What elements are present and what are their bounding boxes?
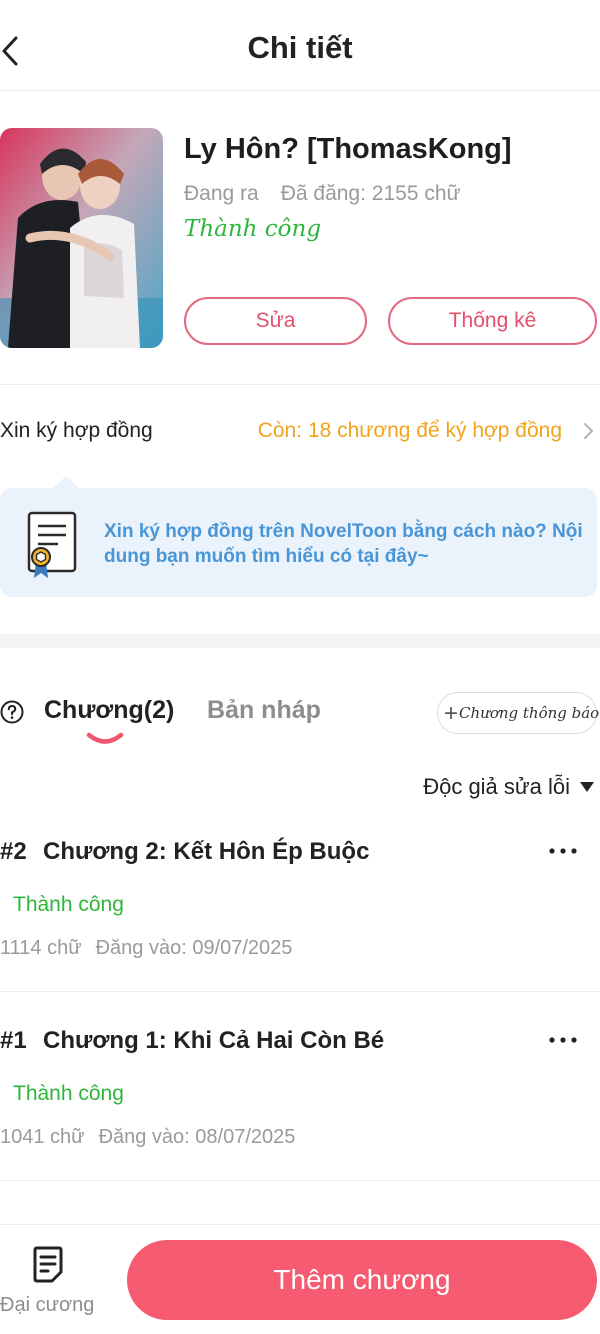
more-options-icon[interactable] xyxy=(548,847,578,855)
plus-icon: + xyxy=(444,700,459,727)
bottom-bar-divider xyxy=(0,1224,600,1225)
more-options-icon[interactable] xyxy=(548,1036,578,1044)
chapter-meta: 1041 chữ Đăng vào: 08/07/2025 xyxy=(0,1126,295,1149)
chapter-number: #1 xyxy=(0,1027,27,1054)
section-gap xyxy=(0,634,600,648)
tab-chapters[interactable]: Chương(2) xyxy=(44,696,174,725)
chapter-title[interactable]: Chương 1: Khi Cả Hai Còn Bé xyxy=(43,1027,384,1055)
outline-document-icon[interactable] xyxy=(30,1246,66,1284)
contract-label: Xin ký hợp đồng xyxy=(0,419,153,442)
chapter-status: Thành công xyxy=(13,893,124,916)
chapter-word-count: 1041 chữ xyxy=(0,1126,85,1148)
tab-drafts[interactable]: Bản nháp xyxy=(207,696,321,725)
review-status: Thành công xyxy=(184,216,322,242)
novel-title: Ly Hôn? [ThomasKong] xyxy=(184,133,512,165)
chapter-date: Đăng vào: 09/07/2025 xyxy=(95,937,293,959)
outline-label[interactable]: Đại cương xyxy=(0,1294,94,1317)
caret-down-icon[interactable] xyxy=(580,782,594,792)
chapter-date: Đăng vào: 08/07/2025 xyxy=(98,1126,296,1148)
chapter-status: Thành công xyxy=(13,1082,124,1105)
add-chapter-button[interactable]: Thêm chương xyxy=(127,1240,597,1320)
section-divider xyxy=(0,384,600,385)
tab-active-indicator xyxy=(86,732,124,744)
chapter-meta: 1114 chữ Đăng vào: 09/07/2025 xyxy=(0,937,292,960)
contract-info-text: Xin ký hợp đồng trên NovelToon bằng cách… xyxy=(104,521,583,567)
stats-button[interactable]: Thống kê xyxy=(388,297,597,345)
page-title: Chi tiết xyxy=(247,30,353,65)
chapter-divider xyxy=(0,1180,600,1181)
add-announcement-button[interactable]: +Chương thông báo xyxy=(437,692,600,734)
novel-cover-image[interactable] xyxy=(0,128,163,348)
edit-button[interactable]: Sửa xyxy=(184,297,367,345)
chevron-right-icon[interactable] xyxy=(582,422,594,440)
publish-state: Đang ra xyxy=(184,182,259,205)
chapter-title[interactable]: Chương 2: Kết Hôn Ép Buộc xyxy=(43,838,369,866)
chapter-number: #2 xyxy=(0,838,27,865)
announce-label: Chương thông báo xyxy=(459,704,600,722)
chapter-word-count: 1114 chữ xyxy=(0,937,82,959)
filter-dropdown-label[interactable]: Độc giả sửa lỗi xyxy=(423,774,570,800)
contract-remaining[interactable]: Còn: 18 chương để ký hợp đồng xyxy=(258,419,562,443)
word-count: Đã đăng: 2155 chữ xyxy=(280,182,461,205)
novel-meta: Đang ra Đã đăng: 2155 chữ xyxy=(184,182,461,206)
chapter-divider xyxy=(0,991,600,992)
certificate-icon xyxy=(27,511,77,578)
help-icon[interactable] xyxy=(0,700,24,724)
header-divider xyxy=(0,90,600,91)
